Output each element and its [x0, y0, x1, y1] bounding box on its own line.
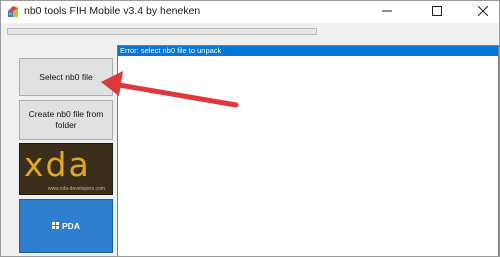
app-window: nb0 tools FIH Mobile v3.4 by heneken Sel… [0, 0, 500, 257]
annotation-arrow-icon [101, 71, 239, 108]
